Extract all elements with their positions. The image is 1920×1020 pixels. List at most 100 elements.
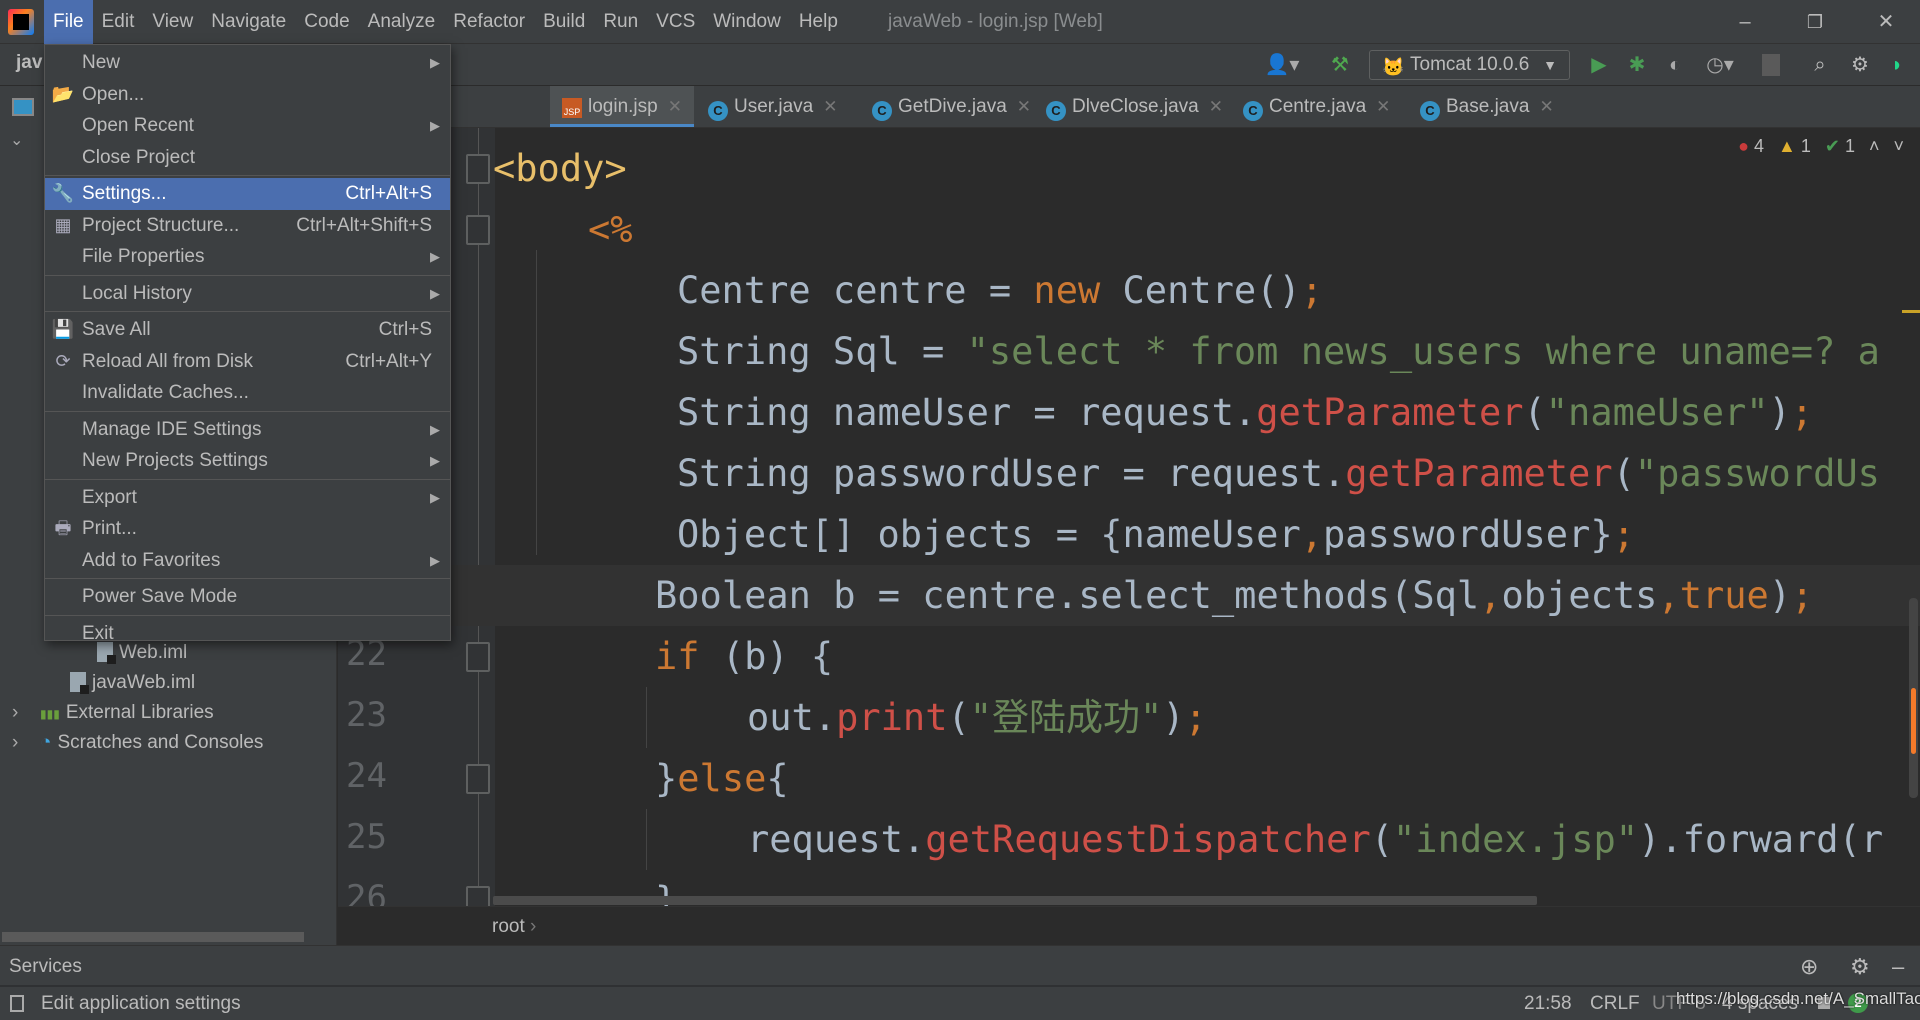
next-highlight-icon[interactable]: ˅ <box>1893 136 1904 157</box>
menu-item-open[interactable]: 📂 Open... <box>45 79 450 111</box>
fold-marker-icon[interactable] <box>466 764 490 794</box>
code-editor[interactable]: <body> <% Centre centre = new Centre(); Str… <box>338 128 1920 906</box>
run-configuration-dropdown[interactable]: 🐱 Tomcat 10.0.6 ▼ <box>1369 50 1570 80</box>
close-tab-icon[interactable]: ✕ <box>1209 97 1223 116</box>
menu-item-add-to-favorites[interactable]: Add to Favorites ▶ <box>45 545 450 577</box>
crosshair-icon[interactable]: ⊕ <box>1800 946 1818 988</box>
tab-centre-java[interactable]: C Centre.java ✕ <box>1231 86 1402 127</box>
menu-item-file-properties[interactable]: File Properties ▶ <box>45 241 450 273</box>
tree-item-external-libraries[interactable]: › ▮▮▮ External Libraries <box>12 698 214 728</box>
tab-user-java[interactable]: C User.java ✕ <box>696 86 849 127</box>
menu-item-new-projects-settings[interactable]: New Projects Settings ▶ <box>45 445 450 477</box>
build-hammer-icon[interactable]: ⚒ <box>1326 52 1354 78</box>
code-line[interactable]: request.getRequestDispatcher("index.jsp"… <box>747 809 1883 870</box>
fold-marker-icon[interactable] <box>466 642 490 672</box>
menu-edit[interactable]: Edit <box>93 0 144 44</box>
tab-getdive-java[interactable]: C GetDive.java ✕ <box>860 86 1043 127</box>
menu-navigate[interactable]: Navigate <box>202 0 295 44</box>
tab-base-java[interactable]: C Base.java ✕ <box>1408 86 1566 127</box>
project-tool-window-icon[interactable] <box>12 98 34 116</box>
code-line[interactable]: String nameUser = request.getParameter("… <box>677 382 1813 443</box>
menu-item-save-all[interactable]: 💾 Save All Ctrl+S <box>45 314 450 346</box>
warning-stripe-mark[interactable] <box>1902 310 1920 313</box>
close-tab-icon[interactable]: ✕ <box>1376 97 1390 116</box>
menu-item-settings[interactable]: 🔧 Settings... Ctrl+Alt+S <box>45 178 450 210</box>
code-line[interactable]: <% <box>588 199 633 260</box>
menu-item-reload-all-from-disk[interactable]: ⟳ Reload All from Disk Ctrl+Alt+Y <box>45 346 450 378</box>
menu-code[interactable]: Code <box>295 0 358 44</box>
project-name[interactable]: jav <box>16 52 42 74</box>
menu-item-exit[interactable]: Exit <box>45 618 450 650</box>
breadcrumb-root[interactable]: root <box>492 916 525 937</box>
coverage-icon[interactable]: ◐ <box>1662 52 1688 78</box>
menu-analyze[interactable]: Analyze <box>359 0 445 44</box>
menu-run[interactable]: Run <box>594 0 647 44</box>
menu-item-print[interactable]: 🖶 Print... <box>45 513 450 545</box>
hide-icon[interactable]: – <box>1892 946 1904 988</box>
menu-refactor[interactable]: Refactor <box>444 0 534 44</box>
menu-item-local-history[interactable]: Local History ▶ <box>45 278 450 310</box>
profile-icon[interactable]: ◷▾ <box>1700 52 1740 78</box>
menu-help[interactable]: Help <box>790 0 847 44</box>
intellij-logo-icon[interactable] <box>8 9 34 35</box>
typo-count[interactable]: ✔ 1 <box>1825 136 1855 157</box>
tool-windows-icon[interactable] <box>10 995 24 1012</box>
previous-highlight-icon[interactable]: ˄ <box>1869 136 1880 157</box>
menu-item-export[interactable]: Export ▶ <box>45 482 450 514</box>
menu-item-invalidate-caches[interactable]: Invalidate Caches... <box>45 377 450 409</box>
code-line[interactable]: Boolean b = centre.select_methods(Sql,ob… <box>655 565 1813 626</box>
inspection-widget[interactable]: ● 4 ▲ 1 ✔ 1 ˄ ˅ <box>1738 136 1904 157</box>
debug-icon[interactable]: ✱ <box>1624 52 1650 78</box>
code-line[interactable]: <body> <box>493 138 627 199</box>
code-line[interactable]: }else{ <box>655 748 789 809</box>
restore-button[interactable]: ❐ <box>1800 8 1830 36</box>
code-line[interactable]: out.print("登陆成功"); <box>747 687 1207 748</box>
fold-marker-icon[interactable] <box>466 215 490 245</box>
menu-file[interactable]: File <box>44 0 93 44</box>
code-line[interactable]: if (b) { <box>655 626 833 687</box>
tab-login-jsp[interactable]: JSP login.jsp ✕ <box>550 86 694 127</box>
tab-dlveclose-java[interactable]: C DlveClose.java ✕ <box>1034 86 1235 127</box>
line-separator[interactable]: CRLF <box>1590 987 1640 1020</box>
close-tab-icon[interactable]: ✕ <box>1017 97 1031 116</box>
chevron-down-icon[interactable]: ⌄ <box>10 130 23 150</box>
menu-vcs[interactable]: VCS <box>647 0 704 44</box>
search-icon[interactable]: ⌕ <box>1806 52 1834 78</box>
menu-item-manage-ide-settings[interactable]: Manage IDE Settings ▶ <box>45 414 450 446</box>
code-line[interactable]: String Sql = "select * from news_users w… <box>677 321 1880 382</box>
stop-icon[interactable] <box>1762 54 1780 76</box>
fold-marker-icon[interactable] <box>466 886 490 906</box>
menu-window[interactable]: Window <box>704 0 790 44</box>
close-tab-icon[interactable]: ✕ <box>668 97 682 116</box>
gear-icon[interactable]: ⚙ <box>1850 946 1870 988</box>
jetbrains-icon[interactable]: ◗ <box>1884 52 1910 78</box>
menu-item-close-project[interactable]: Close Project <box>45 142 450 174</box>
warning-count[interactable]: ▲ 1 <box>1778 136 1811 157</box>
menu-item-project-structure[interactable]: ▦ Project Structure... Ctrl+Alt+Shift+S <box>45 210 450 242</box>
user-icon[interactable]: 👤▾ <box>1262 52 1302 78</box>
caret-position[interactable]: 21:58 <box>1524 987 1572 1020</box>
settings-icon[interactable]: ⚙ <box>1846 52 1874 78</box>
vertical-scrollbar[interactable] <box>1909 598 1918 798</box>
code-line[interactable]: Object[] objects = {nameUser,passwordUse… <box>677 504 1635 565</box>
tree-item-scratches-and-consoles[interactable]: › ◔ Scratches and Consoles <box>12 728 263 758</box>
close-tab-icon[interactable]: ✕ <box>823 97 837 116</box>
fold-marker-icon[interactable] <box>466 154 490 184</box>
minimize-button[interactable]: – <box>1730 8 1760 36</box>
code-line[interactable]: Centre centre = new Centre(); <box>677 260 1323 321</box>
tree-item-javaweb-iml[interactable]: javaWeb.iml <box>70 668 195 698</box>
chevron-right-icon[interactable]: › <box>12 728 18 758</box>
menu-view[interactable]: View <box>143 0 202 44</box>
chevron-right-icon[interactable]: › <box>12 698 18 728</box>
menu-item-power-save-mode[interactable]: Power Save Mode <box>45 581 450 613</box>
code-line[interactable]: String passwordUser = request.getParamet… <box>677 443 1880 504</box>
services-title[interactable]: Services <box>9 956 82 977</box>
horizontal-scrollbar[interactable] <box>2 932 304 942</box>
menu-item-open-recent[interactable]: Open Recent ▶ <box>45 110 450 142</box>
menu-item-new[interactable]: New ▶ <box>45 47 450 79</box>
close-tab-icon[interactable]: ✕ <box>1539 97 1553 116</box>
error-count[interactable]: ● 4 <box>1738 136 1764 157</box>
menu-build[interactable]: Build <box>534 0 594 44</box>
run-icon[interactable]: ▶ <box>1586 52 1612 78</box>
horizontal-scrollbar[interactable] <box>493 896 1537 905</box>
